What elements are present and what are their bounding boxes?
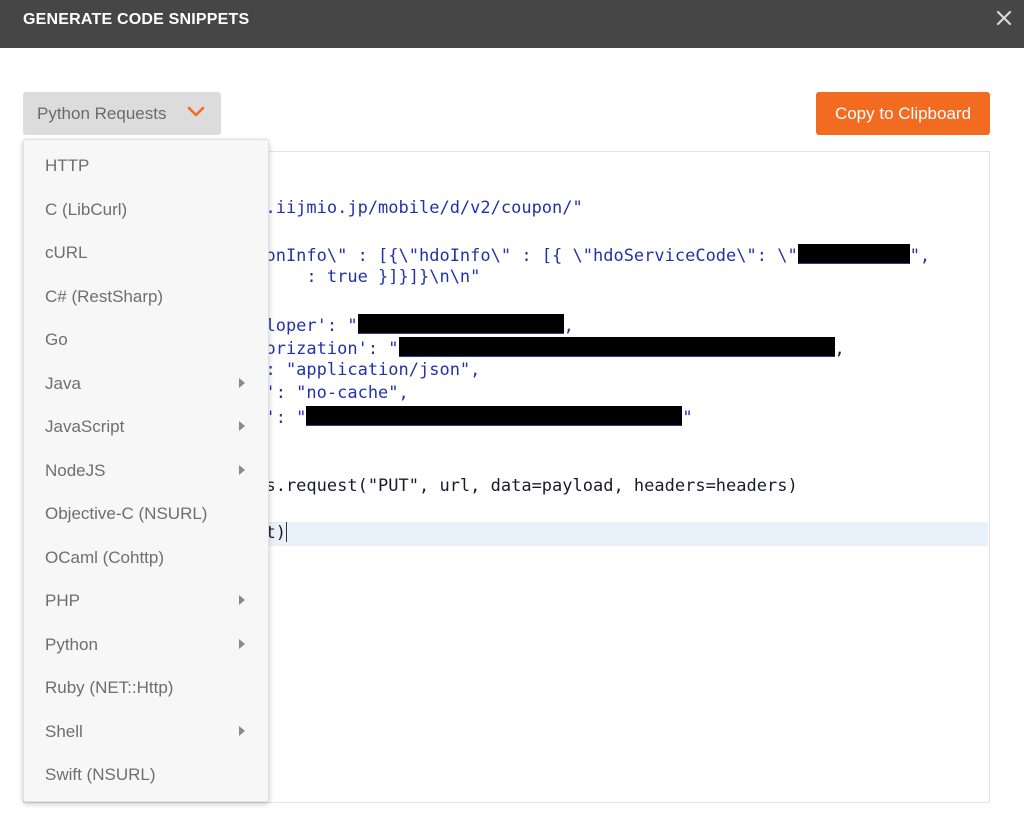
code-line: uponInfo\" : [{\"hdoInfo\" : [{ \"hdoSer…: [245, 244, 931, 266]
close-icon: [996, 10, 1012, 26]
code-line: sts.request("PUT", url, data=payload, he…: [245, 476, 798, 496]
menu-item-nodejs[interactable]: NodeJS: [24, 451, 268, 491]
chevron-right-icon: [239, 421, 245, 431]
menu-item-javascript[interactable]: JavaScript: [24, 407, 268, 447]
menu-item-curl[interactable]: cURL: [24, 233, 268, 273]
copy-to-clipboard-button[interactable]: Copy to Clipboard: [816, 92, 990, 135]
dialog-titlebar: GENERATE CODE SNIPPETS: [0, 0, 1024, 48]
menu-item-ruby-net-http[interactable]: Ruby (NET::Http): [24, 668, 268, 708]
code-line: thorization': ",: [245, 337, 845, 359]
menu-item-php[interactable]: PHP: [24, 581, 268, 621]
language-dropdown-label: Python Requests: [37, 104, 167, 123]
redacted-block: [398, 337, 835, 357]
code-line: veloper': ",: [245, 314, 574, 336]
text-caret: [285, 522, 287, 542]
code-line: ol': "no-cache",: [245, 383, 409, 403]
menu-item-csharp-restsharp[interactable]: C# (RestSharp): [24, 277, 268, 317]
redacted-block: [797, 244, 910, 264]
close-button[interactable]: [992, 6, 1016, 32]
dialog-title: GENERATE CODE SNIPPETS: [23, 11, 250, 28]
menu-item-ocaml-cohttp[interactable]: OCaml (Cohttp): [24, 538, 268, 578]
code-line: pi.iijmio.jp/mobile/d/v2/coupon/": [245, 198, 583, 218]
redacted-block: [357, 314, 564, 334]
menu-item-python[interactable]: Python: [24, 625, 268, 665]
menu-item-http[interactable]: HTTP: [24, 146, 268, 186]
chevron-right-icon: [239, 465, 245, 475]
chevron-down-icon: [187, 106, 205, 117]
redacted-block: [306, 406, 683, 426]
menu-item-shell[interactable]: Shell: [24, 712, 268, 752]
menu-item-go[interactable]: Go: [24, 320, 268, 360]
chevron-right-icon: [239, 726, 245, 736]
chevron-right-icon: [239, 639, 245, 649]
menu-item-objective-c-nsurl[interactable]: Objective-C (NSURL): [24, 494, 268, 534]
menu-item-java[interactable]: Java: [24, 364, 268, 404]
language-dropdown[interactable]: Python Requests: [23, 92, 221, 135]
menu-item-c-libcurl[interactable]: C (LibCurl): [24, 190, 268, 230]
code-line: " : true }]}]}\n\n": [245, 267, 481, 287]
chevron-right-icon: [239, 378, 245, 388]
menu-item-swift-nsurl[interactable]: Swift (NSURL): [24, 755, 268, 795]
language-menu: HTTP C (LibCurl) cURL C# (RestSharp) Go …: [23, 139, 269, 802]
code-line: en': " ": [245, 406, 693, 428]
code-line: e': "application/json",: [245, 360, 481, 380]
chevron-right-icon: [239, 595, 245, 605]
